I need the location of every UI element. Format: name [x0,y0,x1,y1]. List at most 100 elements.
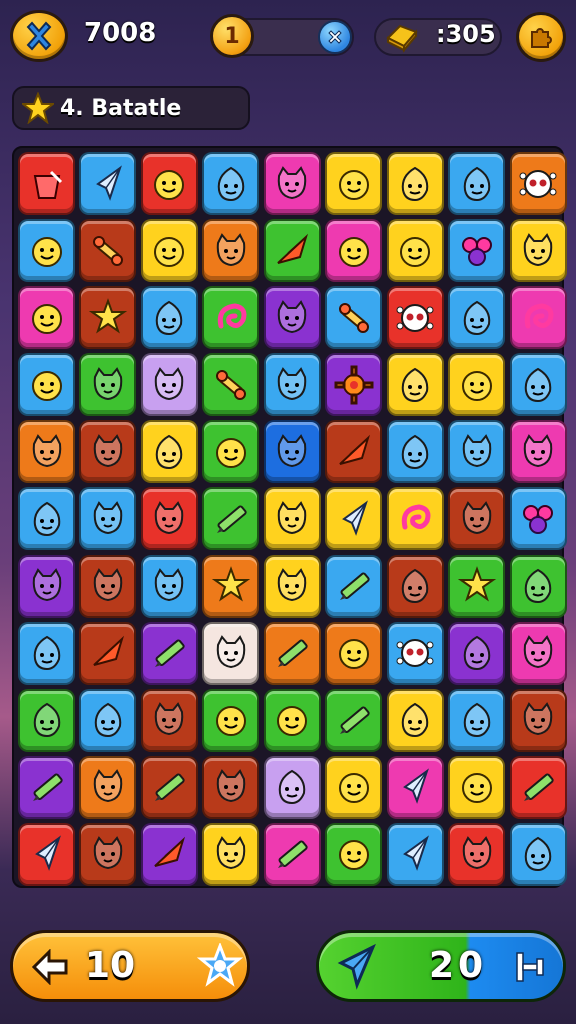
tile-flower[interactable] [448,219,506,283]
tile-rocket[interactable] [386,755,444,819]
tile-bucket[interactable] [18,152,75,215]
tile-plane[interactable] [325,420,383,484]
tile-face[interactable] [18,353,75,417]
tile-star[interactable] [79,286,137,350]
tile-rocket[interactable] [79,152,137,215]
tile-cat[interactable] [509,621,567,685]
tile-flower[interactable] [509,487,567,551]
tile-face[interactable] [325,219,383,283]
tile-plane[interactable] [263,219,321,283]
tile-pencil[interactable] [325,554,383,618]
tile-pencil[interactable] [263,822,321,886]
tile-face[interactable] [325,152,383,215]
tile-plane[interactable] [79,621,137,685]
menu-button[interactable] [10,10,68,62]
tile-blob[interactable] [509,353,567,417]
tile-blob[interactable] [140,286,198,350]
tile-blob[interactable] [448,152,506,215]
tile-blob[interactable] [79,688,137,752]
tile-cat[interactable] [263,353,321,417]
tile-bone[interactable] [325,286,383,350]
tile-cat[interactable] [79,487,137,551]
add-lives-button[interactable] [318,20,352,54]
tile-swirl[interactable] [509,286,567,350]
tile-skull[interactable] [386,621,444,685]
tile-face[interactable] [140,219,198,283]
tile-blob[interactable] [18,688,75,752]
tile-bone[interactable] [202,353,260,417]
tile-blob[interactable] [386,554,444,618]
tile-rocket[interactable] [325,487,383,551]
tile-blob[interactable] [386,688,444,752]
tile-pencil[interactable] [325,688,383,752]
tile-face[interactable] [325,621,383,685]
tile-pencil[interactable] [140,755,198,819]
tile-face[interactable] [140,152,198,215]
tile-face[interactable] [18,219,75,283]
tile-blob[interactable] [448,621,506,685]
tile-pencil[interactable] [509,755,567,819]
tile-star[interactable] [448,554,506,618]
tile-face[interactable] [325,822,383,886]
tile-cat[interactable] [263,152,321,215]
tile-pencil[interactable] [18,755,75,819]
tile-swirl[interactable] [386,487,444,551]
tile-blob[interactable] [18,621,75,685]
tile-cat[interactable] [509,688,567,752]
tile-face[interactable] [263,688,321,752]
tile-pencil[interactable] [263,621,321,685]
tile-blob[interactable] [386,353,444,417]
tile-cat[interactable] [79,420,137,484]
tile-rocket[interactable] [386,822,444,886]
tile-skull[interactable] [509,152,567,215]
tile-rocket[interactable] [18,822,75,886]
tile-cat[interactable] [202,822,260,886]
settings-button[interactable] [516,12,566,62]
tile-face[interactable] [202,688,260,752]
tile-cat[interactable] [448,822,506,886]
tile-cat[interactable] [79,755,137,819]
tile-cat[interactable] [18,554,75,618]
tile-blob[interactable] [448,688,506,752]
tile-cat[interactable] [140,353,198,417]
tile-cat[interactable] [79,353,137,417]
tile-pencil[interactable] [202,487,260,551]
tile-cat[interactable] [202,219,260,283]
tile-blob[interactable] [202,152,260,215]
tile-pencil[interactable] [140,621,198,685]
tile-cat[interactable] [140,554,198,618]
tile-blob[interactable] [386,152,444,215]
tile-cat[interactable] [79,822,137,886]
tile-blob[interactable] [509,822,567,886]
tile-star[interactable] [202,554,260,618]
tile-cat[interactable] [448,420,506,484]
tile-face[interactable] [325,755,383,819]
tile-cat[interactable] [263,487,321,551]
tile-cat[interactable] [140,688,198,752]
tile-cat[interactable] [263,554,321,618]
tile-blob[interactable] [140,420,198,484]
tile-face[interactable] [202,420,260,484]
tile-cat[interactable] [79,554,137,618]
tile-cat[interactable] [18,420,75,484]
tile-cat[interactable] [509,219,567,283]
tile-cat[interactable] [140,487,198,551]
target-panel[interactable]: 20 [316,930,566,1002]
tile-blob[interactable] [263,755,321,819]
tile-blob[interactable] [386,420,444,484]
tile-bone[interactable] [79,219,137,283]
tile-cat[interactable] [263,420,321,484]
tile-gear[interactable] [325,353,383,417]
tile-cat[interactable] [202,621,260,685]
tile-face[interactable] [18,286,75,350]
tile-blob[interactable] [509,554,567,618]
tile-plane[interactable] [140,822,198,886]
tile-cat[interactable] [263,286,321,350]
tile-blob[interactable] [448,286,506,350]
tile-cat[interactable] [448,487,506,551]
tile-face[interactable] [448,353,506,417]
moves-panel[interactable]: 10 [10,930,250,1002]
tile-face[interactable] [386,219,444,283]
tile-skull[interactable] [386,286,444,350]
tile-cat[interactable] [509,420,567,484]
